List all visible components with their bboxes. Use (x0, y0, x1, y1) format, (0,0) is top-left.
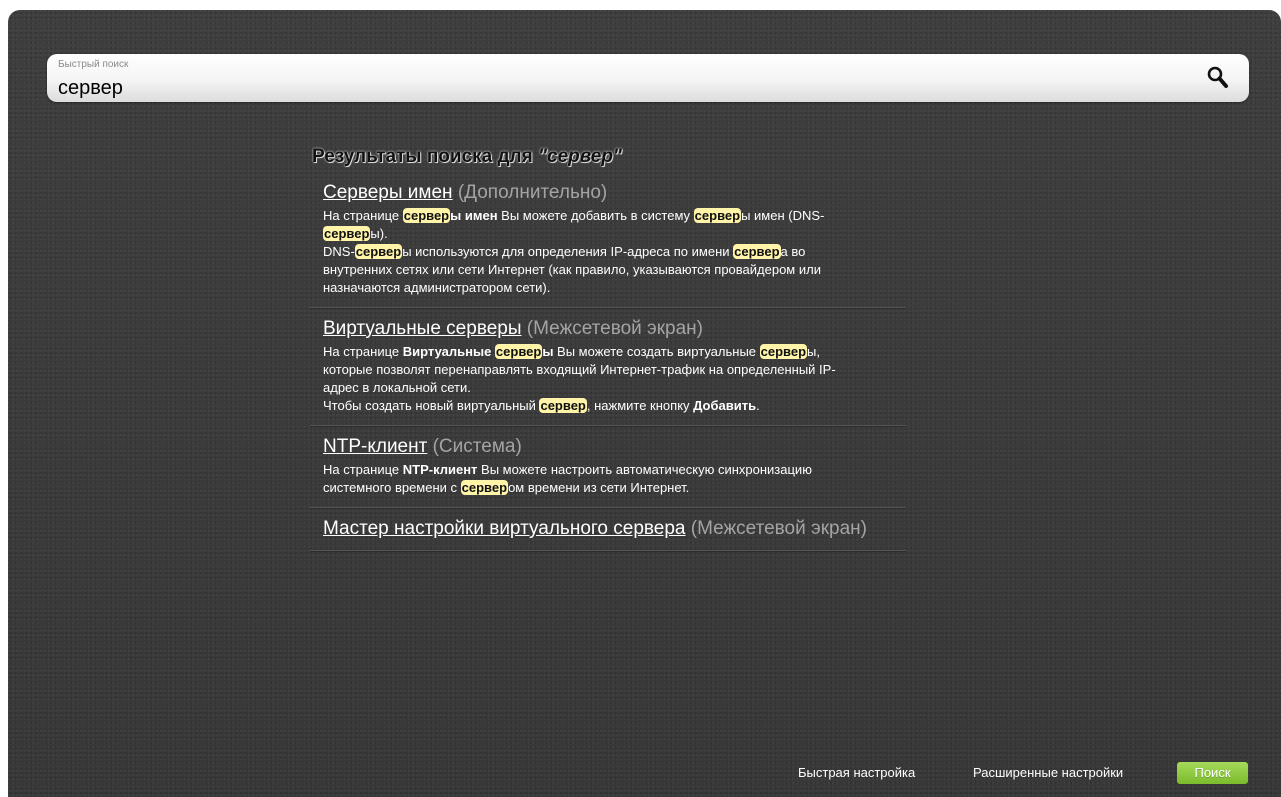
result-heading: Серверы имен (Дополнительно) (323, 182, 894, 204)
match-highlight: сервер (733, 244, 781, 259)
match-highlight: сервер (693, 208, 742, 223)
result-category: (Система) (432, 436, 522, 457)
description-text: ы). (370, 226, 388, 241)
search-button[interactable]: Поиск (1177, 762, 1248, 784)
description-text: Вы можете создать виртуальные (553, 344, 760, 359)
results-title-prefix: Результаты поиска для (312, 146, 538, 167)
search-result: Серверы имен (Дополнительно) На странице … (310, 172, 906, 308)
bold-text: Добавить (693, 398, 757, 413)
search-results: Результаты поиска для "сервер" Серверы и… (310, 144, 906, 551)
bold-text: Виртуальные (402, 344, 495, 359)
description-text: На странице (323, 344, 403, 359)
description-text: ы имен (DNS- (741, 208, 825, 223)
bold-text: ы имен (450, 208, 498, 223)
description-text: ы используются для определения IP-адреса… (402, 244, 734, 259)
result-description: На странице NTP-клиент Вы можете настрои… (323, 461, 863, 497)
search-label: Быстрый поиск (58, 59, 129, 70)
results-title-query: "сервер" (538, 146, 622, 167)
search-result: Мастер настройки виртуального сервера (М… (310, 508, 906, 551)
search-result: NTP-клиент (Система) На странице NTP-клие… (310, 426, 906, 508)
quick-search-bar: Быстрый поиск (47, 54, 1249, 102)
result-description: На странице Виртуальные серверы Вы может… (323, 343, 863, 415)
bold-text: ы (542, 344, 554, 359)
description-text: Вы можете добавить в систему (497, 208, 694, 223)
result-title-link[interactable]: Мастер настройки виртуального сервера (323, 518, 685, 539)
description-text: . (756, 398, 760, 413)
result-list: Серверы имен (Дополнительно) На странице … (310, 172, 906, 551)
description-text: , нажмите кнопку (586, 398, 694, 413)
search-result: Виртуальные серверы (Межсетевой экран) На… (310, 308, 906, 426)
advanced-settings-link[interactable]: Расширенные настройки (973, 763, 1123, 783)
result-category: (Межсетевой экран) (690, 518, 867, 539)
result-heading: Виртуальные серверы (Межсетевой экран) (323, 318, 894, 340)
search-input[interactable] (56, 76, 1160, 100)
description-text: DNS- (323, 244, 355, 259)
match-highlight: сервер (494, 344, 543, 359)
result-description: На странице серверы имен Вы можете добав… (323, 207, 863, 297)
match-highlight: сервер (539, 398, 587, 413)
result-title-link[interactable]: Серверы имен (323, 182, 453, 203)
match-highlight: сервер (759, 344, 808, 359)
result-category: (Межсетевой экран) (526, 318, 704, 339)
description-text: На странице (323, 208, 403, 223)
quick-setup-link[interactable]: Быстрая настройка (798, 763, 915, 783)
match-highlight: сервер (323, 226, 371, 241)
result-title-link[interactable]: NTP-клиент (323, 436, 427, 457)
result-heading: NTP-клиент (Система) (323, 436, 894, 458)
result-title-link[interactable]: Виртуальные серверы (323, 318, 522, 339)
match-highlight: сервер (402, 208, 451, 223)
description-text: На странице (323, 462, 403, 477)
match-highlight: сервер (460, 480, 509, 495)
description-text: Чтобы создать новый виртуальный (323, 398, 540, 413)
match-highlight: сервер (354, 244, 403, 259)
results-title: Результаты поиска для "сервер" (312, 144, 906, 172)
description-text: ом времени из сети Интернет. (508, 480, 690, 495)
search-icon[interactable] (1205, 64, 1231, 92)
result-category: (Дополнительно) (457, 182, 608, 203)
result-heading: Мастер настройки виртуального сервера (М… (323, 518, 894, 540)
bold-text: NTP-клиент (402, 462, 478, 477)
